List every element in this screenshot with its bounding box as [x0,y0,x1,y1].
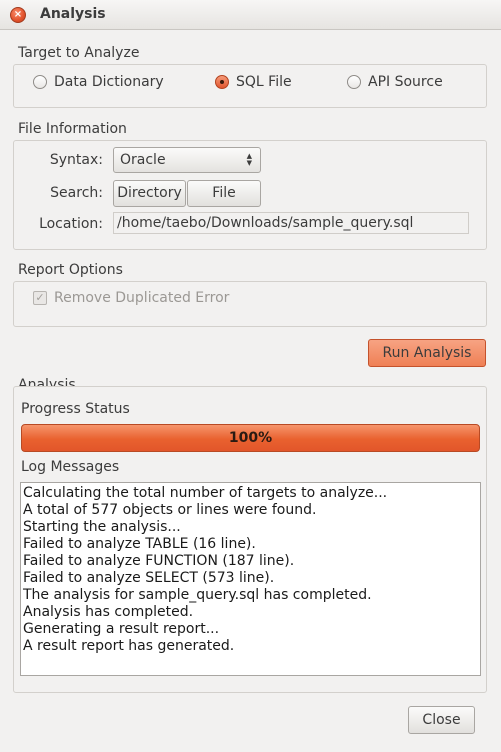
location-field[interactable]: /home/taebo/Downloads/sample_query.sql [113,212,469,234]
radio-label: API Source [368,74,443,90]
close-button[interactable]: Close [408,706,475,734]
radio-indicator-selected [215,75,229,89]
file-info-group-label: File Information [18,121,127,137]
log-line: Failed to analyze FUNCTION (187 line). [23,553,295,569]
log-messages-label: Log Messages [21,459,120,475]
syntax-value: Oracle [120,152,166,168]
syntax-select[interactable]: Oracle ▲ ▼ [113,147,261,173]
progress-text: 100% [228,430,273,446]
radio-sql-file[interactable]: SQL File [215,74,292,90]
radio-data-dictionary[interactable]: Data Dictionary [33,74,164,90]
target-group-label: Target to Analyze [18,45,140,61]
checkbox-label: Remove Duplicated Error [54,290,230,306]
radio-api-source[interactable]: API Source [347,74,443,90]
log-line: Starting the analysis... [23,519,181,535]
progress-status-label: Progress Status [21,401,130,417]
report-options-group-label: Report Options [18,262,123,278]
location-label: Location: [39,216,103,232]
log-line: Generating a result report... [23,621,220,637]
log-line: Analysis has completed. [23,604,194,620]
syntax-label: Syntax: [49,152,103,168]
log-line: Calculating the total number of targets … [23,485,388,501]
run-analysis-button[interactable]: Run Analysis [368,339,486,367]
window-title: Analysis [40,6,106,22]
search-label: Search: [50,185,103,201]
log-line: The analysis for sample_query.sql has co… [23,587,372,603]
log-line: Failed to analyze TABLE (16 line). [23,536,256,552]
directory-button[interactable]: Directory [113,180,186,207]
progress-bar: 100% [21,424,480,452]
file-button[interactable]: File [187,180,261,207]
log-messages-area[interactable]: Calculating the total number of targets … [20,482,481,676]
check-icon: ✓ [33,291,47,305]
remove-duplicated-checkbox[interactable]: ✓ Remove Duplicated Error [33,290,229,306]
radio-label: Data Dictionary [54,74,164,90]
window-close-icon[interactable]: × [10,7,26,23]
radio-indicator [33,75,47,89]
log-line: A total of 577 objects or lines were fou… [23,502,317,518]
radio-indicator [347,75,361,89]
log-line: A result report has generated. [23,638,235,654]
log-line: Failed to analyze SELECT (573 line). [23,570,275,586]
title-bar: × Analysis [0,0,501,30]
radio-label: SQL File [236,74,292,90]
chevron-up-down-icon: ▲ ▼ [246,152,252,167]
